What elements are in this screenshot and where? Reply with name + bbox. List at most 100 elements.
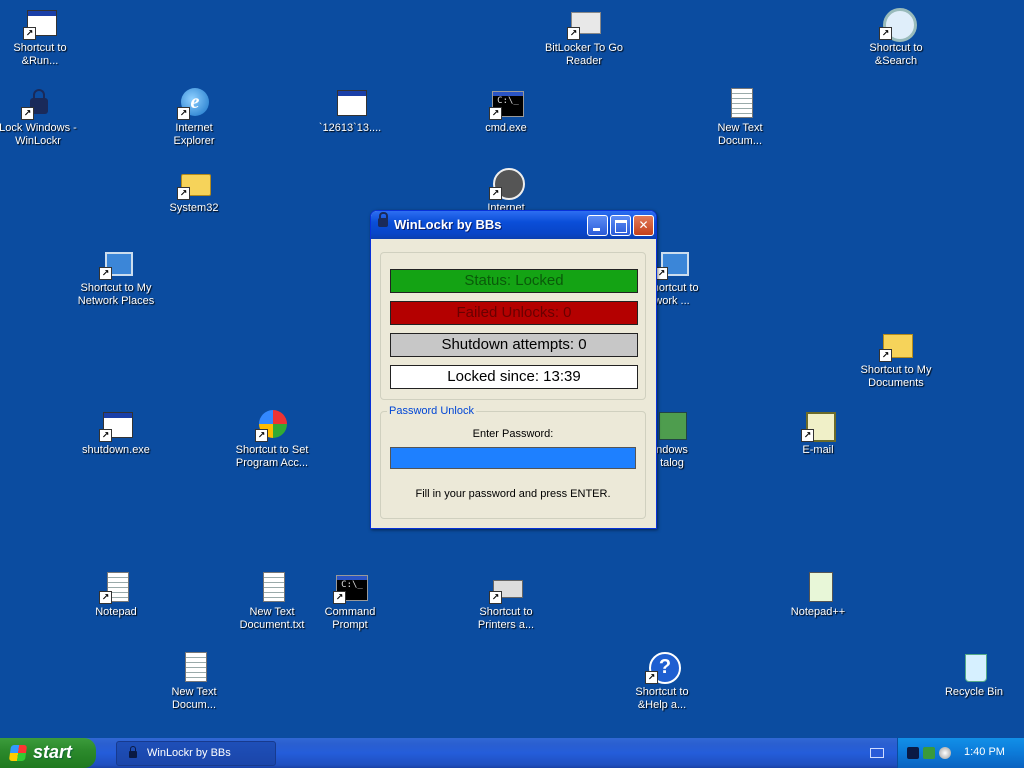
email-icon: ↗ (801, 408, 836, 442)
icon-label: Shortcut to My Documents (860, 364, 932, 389)
desktop-icon-notepad-plus-plus[interactable]: Notepad++ (778, 570, 858, 619)
desktop-icon-my-documents[interactable]: ↗ Shortcut to My Documents (856, 328, 936, 390)
taskbar-item-label: WinLockr by BBs (147, 747, 231, 759)
start-button[interactable]: start (0, 738, 96, 768)
desktop-icon-cmd-exe[interactable]: C:\_ ↗ cmd.exe (466, 86, 546, 135)
notepad-plus-plus-icon (801, 570, 835, 604)
minimize-button[interactable] (587, 215, 608, 236)
help-icon: ? ↗ (645, 650, 681, 684)
desktop-icon-internet-explorer[interactable]: e ↗ Internet Explorer (154, 86, 234, 148)
shutdown-attempts-bar: Shutdown attempts: 0 (390, 333, 638, 357)
password-hint: Fill in your password and press ENTER. (415, 488, 611, 500)
raccoon-icon: ↗ (489, 166, 525, 200)
icon-label: BitLocker To Go Reader (544, 42, 624, 67)
desktop-icon-set-program-access[interactable]: ↗ Shortcut to Set Program Acc... (232, 408, 312, 470)
status-bar: Status: Locked (390, 269, 638, 293)
desktop-icon-new-text-document-1[interactable]: New Text Docum... (700, 86, 780, 148)
icon-label: shutdown.exe (82, 444, 150, 456)
icon-label: Command Prompt (324, 606, 376, 631)
desktop-icon-shutdown-exe[interactable]: ↗ shutdown.exe (76, 408, 156, 457)
icon-label: Shortcut to &Run... (13, 42, 67, 67)
icon-label: `12613`13.... (318, 122, 382, 134)
application-window-icon: ↗ (99, 408, 133, 442)
keyboard-icon[interactable] (870, 748, 884, 758)
icon-label: Shortcut to My Network Places (77, 282, 155, 307)
magnifier-icon: ↗ (879, 6, 917, 42)
desktop-icon-run-shortcut[interactable]: ↗ Shortcut to &Run... (0, 6, 80, 68)
desktop-icon-new-text-document-txt[interactable]: New Text Document.txt (232, 570, 312, 632)
desktop-icon-lock-windows[interactable]: ↗ Lock Windows - WinLockr (0, 86, 78, 148)
windows-flag-icon (8, 745, 28, 761)
folder-icon: ↗ (177, 166, 211, 200)
network-icon: ↗ (655, 246, 689, 280)
locked-since-bar: Locked since: 13:39 (390, 365, 638, 389)
dialog-title: WinLockr by BBs (394, 217, 502, 232)
failed-unlocks-bar: Failed Unlocks: 0 (390, 301, 638, 325)
password-group-label: Password Unlock (387, 405, 476, 417)
close-button[interactable]: ✕ (633, 215, 654, 236)
status-group: Status: Locked Failed Unlocks: 0 Shutdow… (380, 252, 646, 400)
desktop-icon-printers[interactable]: ↗ Shortcut to Printers a... (466, 570, 546, 632)
tray-shield-icon[interactable] (923, 747, 935, 759)
desktop-icon-command-prompt[interactable]: C:\_ ↗ Command Prompt (310, 570, 390, 632)
icon-label: Notepad (95, 606, 137, 618)
maximize-button[interactable] (610, 215, 631, 236)
icon-label: Shortcut to Set Program Acc... (235, 444, 309, 469)
desktop-icon-network-places[interactable]: ↗ Shortcut to My Network Places (76, 246, 156, 308)
text-document-icon (177, 650, 211, 684)
padlock-icon: ↗ (21, 86, 55, 120)
password-unlock-group: Password Unlock Enter Password: Fill in … (380, 405, 646, 519)
desktop: ↗ Shortcut to &Run... ↗ BitLocker To Go … (0, 0, 1024, 738)
desktop-icon-internet[interactable]: ↗ Internet (466, 166, 546, 215)
padlock-icon (378, 212, 388, 227)
recycle-bin-icon (957, 650, 991, 684)
catalog-icon (655, 408, 689, 442)
command-prompt-icon: C:\_ ↗ (489, 86, 524, 120)
padlock-icon (129, 746, 137, 758)
command-prompt-icon: C:\_ ↗ (333, 570, 368, 604)
minimize-icon (593, 228, 600, 231)
password-prompt: Enter Password: (472, 428, 554, 440)
icon-label: System32 (169, 202, 219, 214)
desktop-icon-recycle-bin[interactable]: Recycle Bin (934, 650, 1014, 699)
icon-label: New Text Docum... (171, 686, 217, 711)
icon-label: Shortcut to &Help a... (635, 686, 689, 711)
icon-label: New Text Document.txt (239, 606, 305, 631)
icon-label: Notepad++ (790, 606, 846, 618)
program-access-icon: ↗ (255, 408, 289, 442)
icon-label: Lock Windows - WinLockr (0, 122, 77, 147)
icon-label: Shortcut to &Search (869, 42, 923, 67)
taskbar-item-winlockr[interactable]: WinLockr by BBs (116, 741, 276, 766)
desktop-icon-notepad[interactable]: ↗ Notepad (76, 570, 156, 619)
taskbar: start WinLockr by BBs 1:40 PM (0, 738, 1024, 768)
desktop-icon-email[interactable]: ↗ E-mail (778, 408, 858, 457)
password-input[interactable] (390, 447, 636, 469)
icon-label: E-mail (802, 444, 834, 456)
system-tray: 1:40 PM (897, 738, 1024, 768)
desktop-icon-system32[interactable]: ↗ System32 (154, 166, 234, 215)
dialog-titlebar[interactable]: WinLockr by BBs ✕ (371, 211, 656, 239)
icon-label: Internet Explorer (173, 122, 215, 147)
desktop-icon-new-text-document-2[interactable]: New Text Docum... (154, 650, 234, 712)
desktop-icon-bitlocker-reader[interactable]: ↗ BitLocker To Go Reader (544, 6, 624, 68)
clock[interactable]: 1:40 PM (964, 746, 1005, 758)
winlockr-dialog: WinLockr by BBs ✕ Status: Locked Failed … (370, 210, 657, 529)
printer-icon: ↗ (489, 570, 523, 604)
text-document-icon (255, 570, 289, 604)
start-label: start (33, 742, 73, 762)
icon-label: New Text Docum... (717, 122, 763, 147)
run-window-icon: ↗ (23, 6, 57, 40)
tray-globe-icon[interactable] (939, 747, 951, 759)
desktop-icon-help[interactable]: ? ↗ Shortcut to &Help a... (622, 650, 702, 712)
desktop-icon-12613-file[interactable]: `12613`13.... (310, 86, 390, 135)
desktop-icon-search-shortcut[interactable]: ↗ Shortcut to &Search (856, 6, 936, 68)
notepad-icon: ↗ (99, 570, 133, 604)
maximize-icon (615, 220, 627, 233)
internet-explorer-icon: e ↗ (177, 86, 211, 120)
bitlocker-icon: ↗ (567, 6, 601, 40)
tray-lock-icon[interactable] (907, 747, 919, 759)
application-window-icon (333, 86, 367, 120)
network-places-icon: ↗ (99, 246, 133, 280)
icon-label: cmd.exe (485, 122, 527, 134)
text-document-icon (723, 86, 757, 120)
